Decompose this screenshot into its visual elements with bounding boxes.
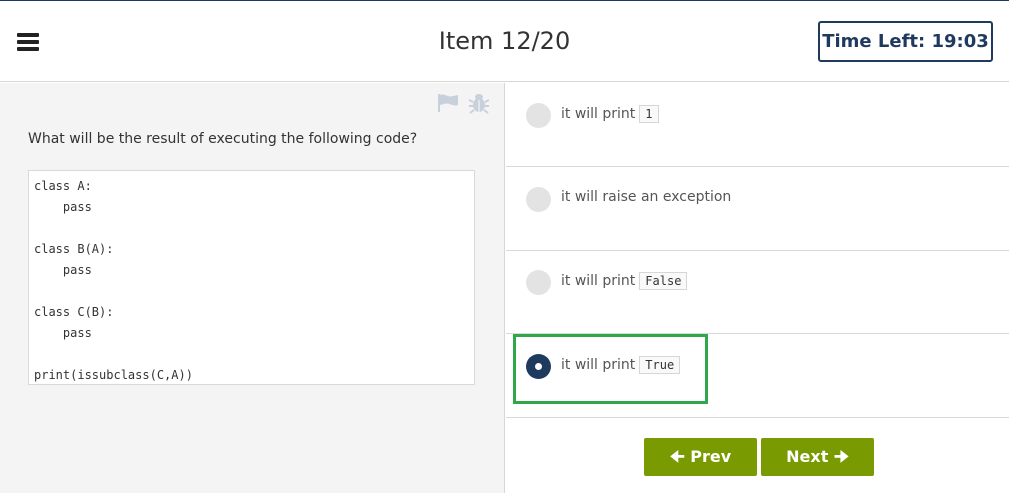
option-label: it will print [561,273,636,289]
answer-option-2[interactable]: it will raise an exception [506,167,1009,251]
next-label: Next [786,447,829,466]
radio-button[interactable] [526,187,551,212]
arrow-right-icon: 🠊 [833,447,849,466]
answers-panel: it will print 1 it will raise an excepti… [506,83,1009,493]
timer-badge: Time Left: 19:03 [818,21,993,62]
bug-icon[interactable] [468,92,490,114]
answer-option-1[interactable]: it will print 1 [506,83,1009,167]
prev-label: Prev [690,447,732,466]
answer-option-4[interactable]: it will print True [506,334,1009,418]
arrow-left-icon: 🠈 [669,447,685,466]
option-code: 1 [639,105,659,123]
flag-icon[interactable] [437,93,459,113]
radio-button-selected[interactable] [526,354,551,379]
radio-button[interactable] [526,270,551,295]
option-code: True [639,356,681,374]
option-label: it will raise an exception [561,189,732,205]
option-label: it will print [561,357,636,373]
option-code: False [639,272,688,290]
next-button[interactable]: Next 🠊 [761,438,874,476]
prev-button[interactable]: 🠈 Prev [644,438,757,476]
option-label: it will print [561,106,636,122]
header: Item 12/20 Time Left: 19:03 [0,1,1009,82]
radio-button[interactable] [526,103,551,128]
question-text: What will be the result of executing the… [28,131,418,147]
question-panel: What will be the result of executing the… [0,83,505,493]
answer-option-3[interactable]: it will print False [506,250,1009,334]
code-block: class A: pass class B(A): pass class C(B… [28,170,475,385]
